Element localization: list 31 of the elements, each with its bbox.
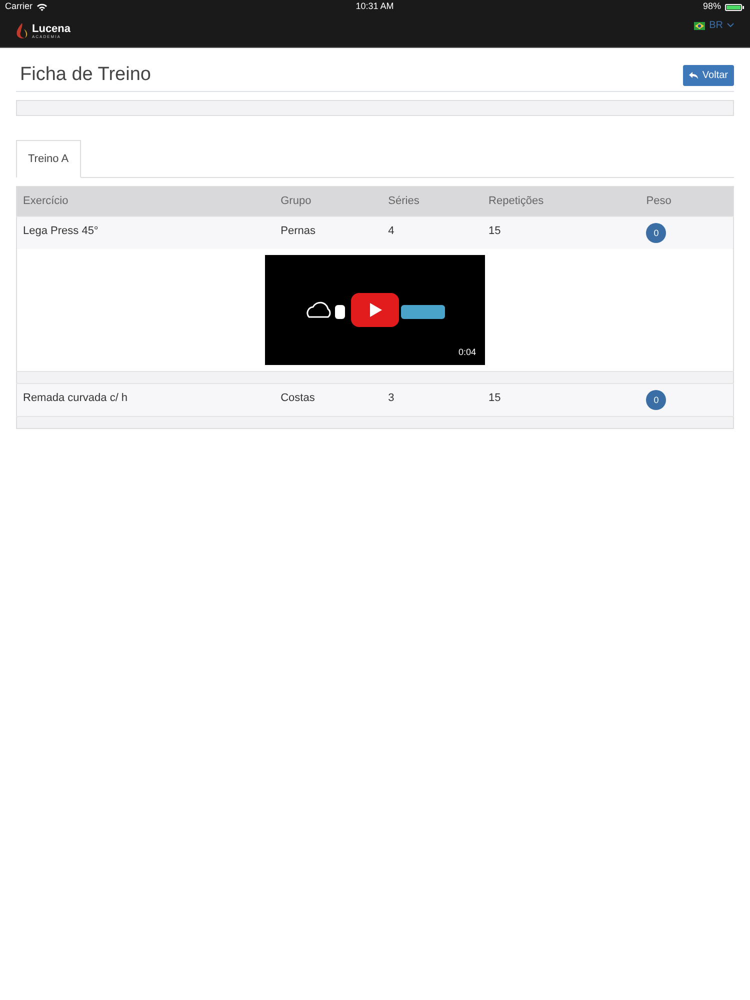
table-cell: 4 — [382, 216, 483, 250]
video-duration: 0:04 — [458, 346, 476, 359]
column-header: Repetições — [482, 186, 640, 216]
table-cell: Costas — [274, 384, 382, 417]
chevron-down-icon — [727, 23, 734, 28]
table-cell: Pernas — [274, 216, 382, 250]
table-cell: Lega Press 45° — [16, 216, 275, 250]
battery-icon — [725, 4, 745, 10]
flame-logo-icon — [16, 22, 28, 38]
brand-name: Lucena — [32, 24, 71, 34]
clock: 10:31 AM — [356, 0, 394, 14]
table-cell: 15 — [482, 384, 640, 417]
reply-arrow-icon — [689, 72, 698, 79]
tab[interactable]: Treino A — [16, 140, 81, 178]
back-button[interactable]: Voltar — [683, 64, 734, 86]
table-cell: 3 — [382, 384, 483, 417]
flag-icon — [694, 22, 706, 30]
weight-badge: 0 — [646, 390, 666, 410]
table-cell: 15 — [482, 216, 640, 250]
wifi-icon — [36, 3, 47, 11]
column-header: Séries — [382, 186, 483, 216]
column-header: Exercício — [16, 186, 275, 216]
carrier-label: Carrier — [5, 0, 33, 14]
play-button-icon[interactable] — [351, 293, 399, 328]
battery-percent: 98% — [702, 0, 721, 14]
page-title: Ficha de Treino — [20, 64, 151, 87]
weight-badge: 0 — [646, 222, 666, 243]
language-selector[interactable]: BR — [694, 18, 734, 33]
column-header: Grupo — [274, 186, 382, 216]
table-cell: Remada curvada c/ h — [16, 384, 275, 417]
column-header: Peso — [640, 186, 734, 216]
